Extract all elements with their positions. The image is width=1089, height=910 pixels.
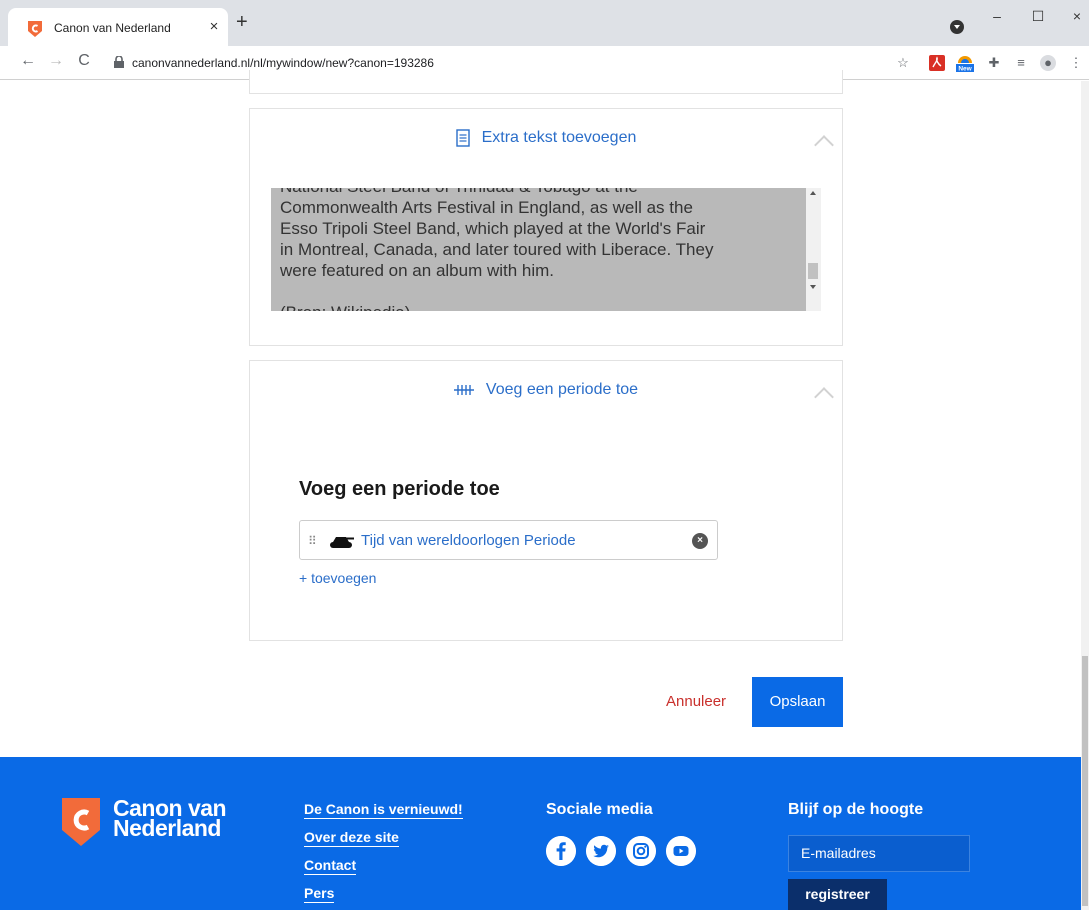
period-card-title: Voeg een periode toe bbox=[485, 381, 639, 398]
document-icon bbox=[455, 129, 470, 147]
new-badge-text: New bbox=[958, 66, 972, 73]
timeline-icon bbox=[453, 384, 474, 395]
register-button[interactable]: registreer bbox=[788, 879, 887, 910]
facebook-icon[interactable] bbox=[546, 836, 576, 866]
reading-list-icon[interactable]: ≡ bbox=[1013, 55, 1029, 71]
extra-text-value: National Steel Band of Trinidad & Tobago… bbox=[280, 188, 714, 311]
site-footer: Canon van Nederland De Canon is vernieuw… bbox=[0, 757, 1081, 910]
browser-tab[interactable]: Canon van Nederland × bbox=[8, 8, 228, 46]
maximize-button[interactable]: ☐ bbox=[1023, 8, 1053, 28]
extensions-puzzle-icon[interactable]: ✚ bbox=[986, 55, 1002, 71]
period-card-header[interactable]: Voeg een periode toe bbox=[250, 381, 842, 399]
canon-logo-shield-icon bbox=[62, 798, 100, 846]
drag-handle-icon[interactable]: ⠿ bbox=[308, 534, 317, 548]
add-period-link[interactable]: + toevoegen bbox=[299, 570, 376, 586]
tank-icon bbox=[330, 537, 354, 548]
url-text: canonvannederland.nl/nl/mywindow/new?can… bbox=[132, 56, 434, 70]
browser-menu-icon[interactable]: ⋮ bbox=[1068, 55, 1084, 71]
page-scrollbar-thumb[interactable] bbox=[1082, 656, 1088, 906]
scroll-down-arrow-icon[interactable] bbox=[810, 285, 816, 289]
browser-tab-strip: Canon van Nederland × + – ☐ × bbox=[0, 0, 1089, 46]
extra-text-textarea[interactable]: National Steel Band of Trinidad & Tobago… bbox=[271, 188, 821, 311]
logo-line-2: Nederland bbox=[113, 815, 221, 841]
newsletter-heading: Blijf op de hoogte bbox=[788, 801, 924, 818]
footer-link-canon-vernieuwd[interactable]: De Canon is vernieuwd! bbox=[304, 801, 463, 819]
period-selection-field[interactable]: ⠿ Tijd van wereldoorlogen Periode × bbox=[299, 520, 718, 560]
twitter-icon[interactable] bbox=[586, 836, 616, 866]
account-avatar-icon[interactable]: ● bbox=[1040, 55, 1056, 71]
page-scrollbar[interactable] bbox=[1081, 81, 1089, 910]
bookmark-star-icon[interactable]: ☆ bbox=[895, 55, 911, 71]
new-extension-icon[interactable]: New bbox=[956, 51, 974, 73]
lock-icon bbox=[114, 56, 124, 68]
forward-arrow-icon[interactable]: → bbox=[46, 52, 66, 70]
new-tab-button[interactable]: + bbox=[236, 12, 248, 32]
cancel-button[interactable]: Annuleer bbox=[666, 693, 726, 710]
footer-link-pers[interactable]: Pers bbox=[304, 885, 335, 903]
profile-menu-icon[interactable] bbox=[950, 20, 964, 34]
scroll-up-arrow-icon[interactable] bbox=[810, 191, 816, 195]
reload-icon[interactable]: C bbox=[74, 52, 94, 70]
back-arrow-icon[interactable]: ← bbox=[18, 52, 38, 70]
social-media-heading: Sociale media bbox=[546, 801, 653, 818]
period-label[interactable]: Tijd van wereldoorlogen Periode bbox=[361, 532, 576, 549]
tab-title: Canon van Nederland bbox=[54, 21, 171, 35]
canon-logo-text[interactable]: Canon van Nederland bbox=[113, 797, 227, 841]
instagram-icon[interactable] bbox=[626, 836, 656, 866]
extra-text-card-title: Extra tekst toevoegen bbox=[481, 129, 637, 147]
pdf-extension-icon[interactable] bbox=[929, 55, 945, 71]
textarea-scrollbar[interactable] bbox=[806, 188, 821, 311]
canon-favicon-icon bbox=[28, 21, 42, 37]
clear-period-icon[interactable]: × bbox=[692, 533, 708, 549]
footer-link-over-deze-site[interactable]: Over deze site bbox=[304, 829, 399, 847]
previous-card bbox=[249, 70, 843, 94]
minimize-button[interactable]: – bbox=[982, 8, 1012, 28]
textarea-scroll-thumb[interactable] bbox=[808, 263, 818, 279]
period-section-title: Voeg een periode toe bbox=[299, 478, 500, 500]
save-button[interactable]: Opslaan bbox=[752, 677, 843, 727]
close-window-button[interactable]: × bbox=[1062, 8, 1089, 28]
extra-text-card-header[interactable]: Extra tekst toevoegen bbox=[250, 129, 842, 147]
tab-close-icon[interactable]: × bbox=[206, 18, 222, 36]
email-field[interactable]: E-mailadres bbox=[788, 835, 970, 872]
youtube-icon[interactable] bbox=[666, 836, 696, 866]
footer-link-contact[interactable]: Contact bbox=[304, 857, 357, 875]
